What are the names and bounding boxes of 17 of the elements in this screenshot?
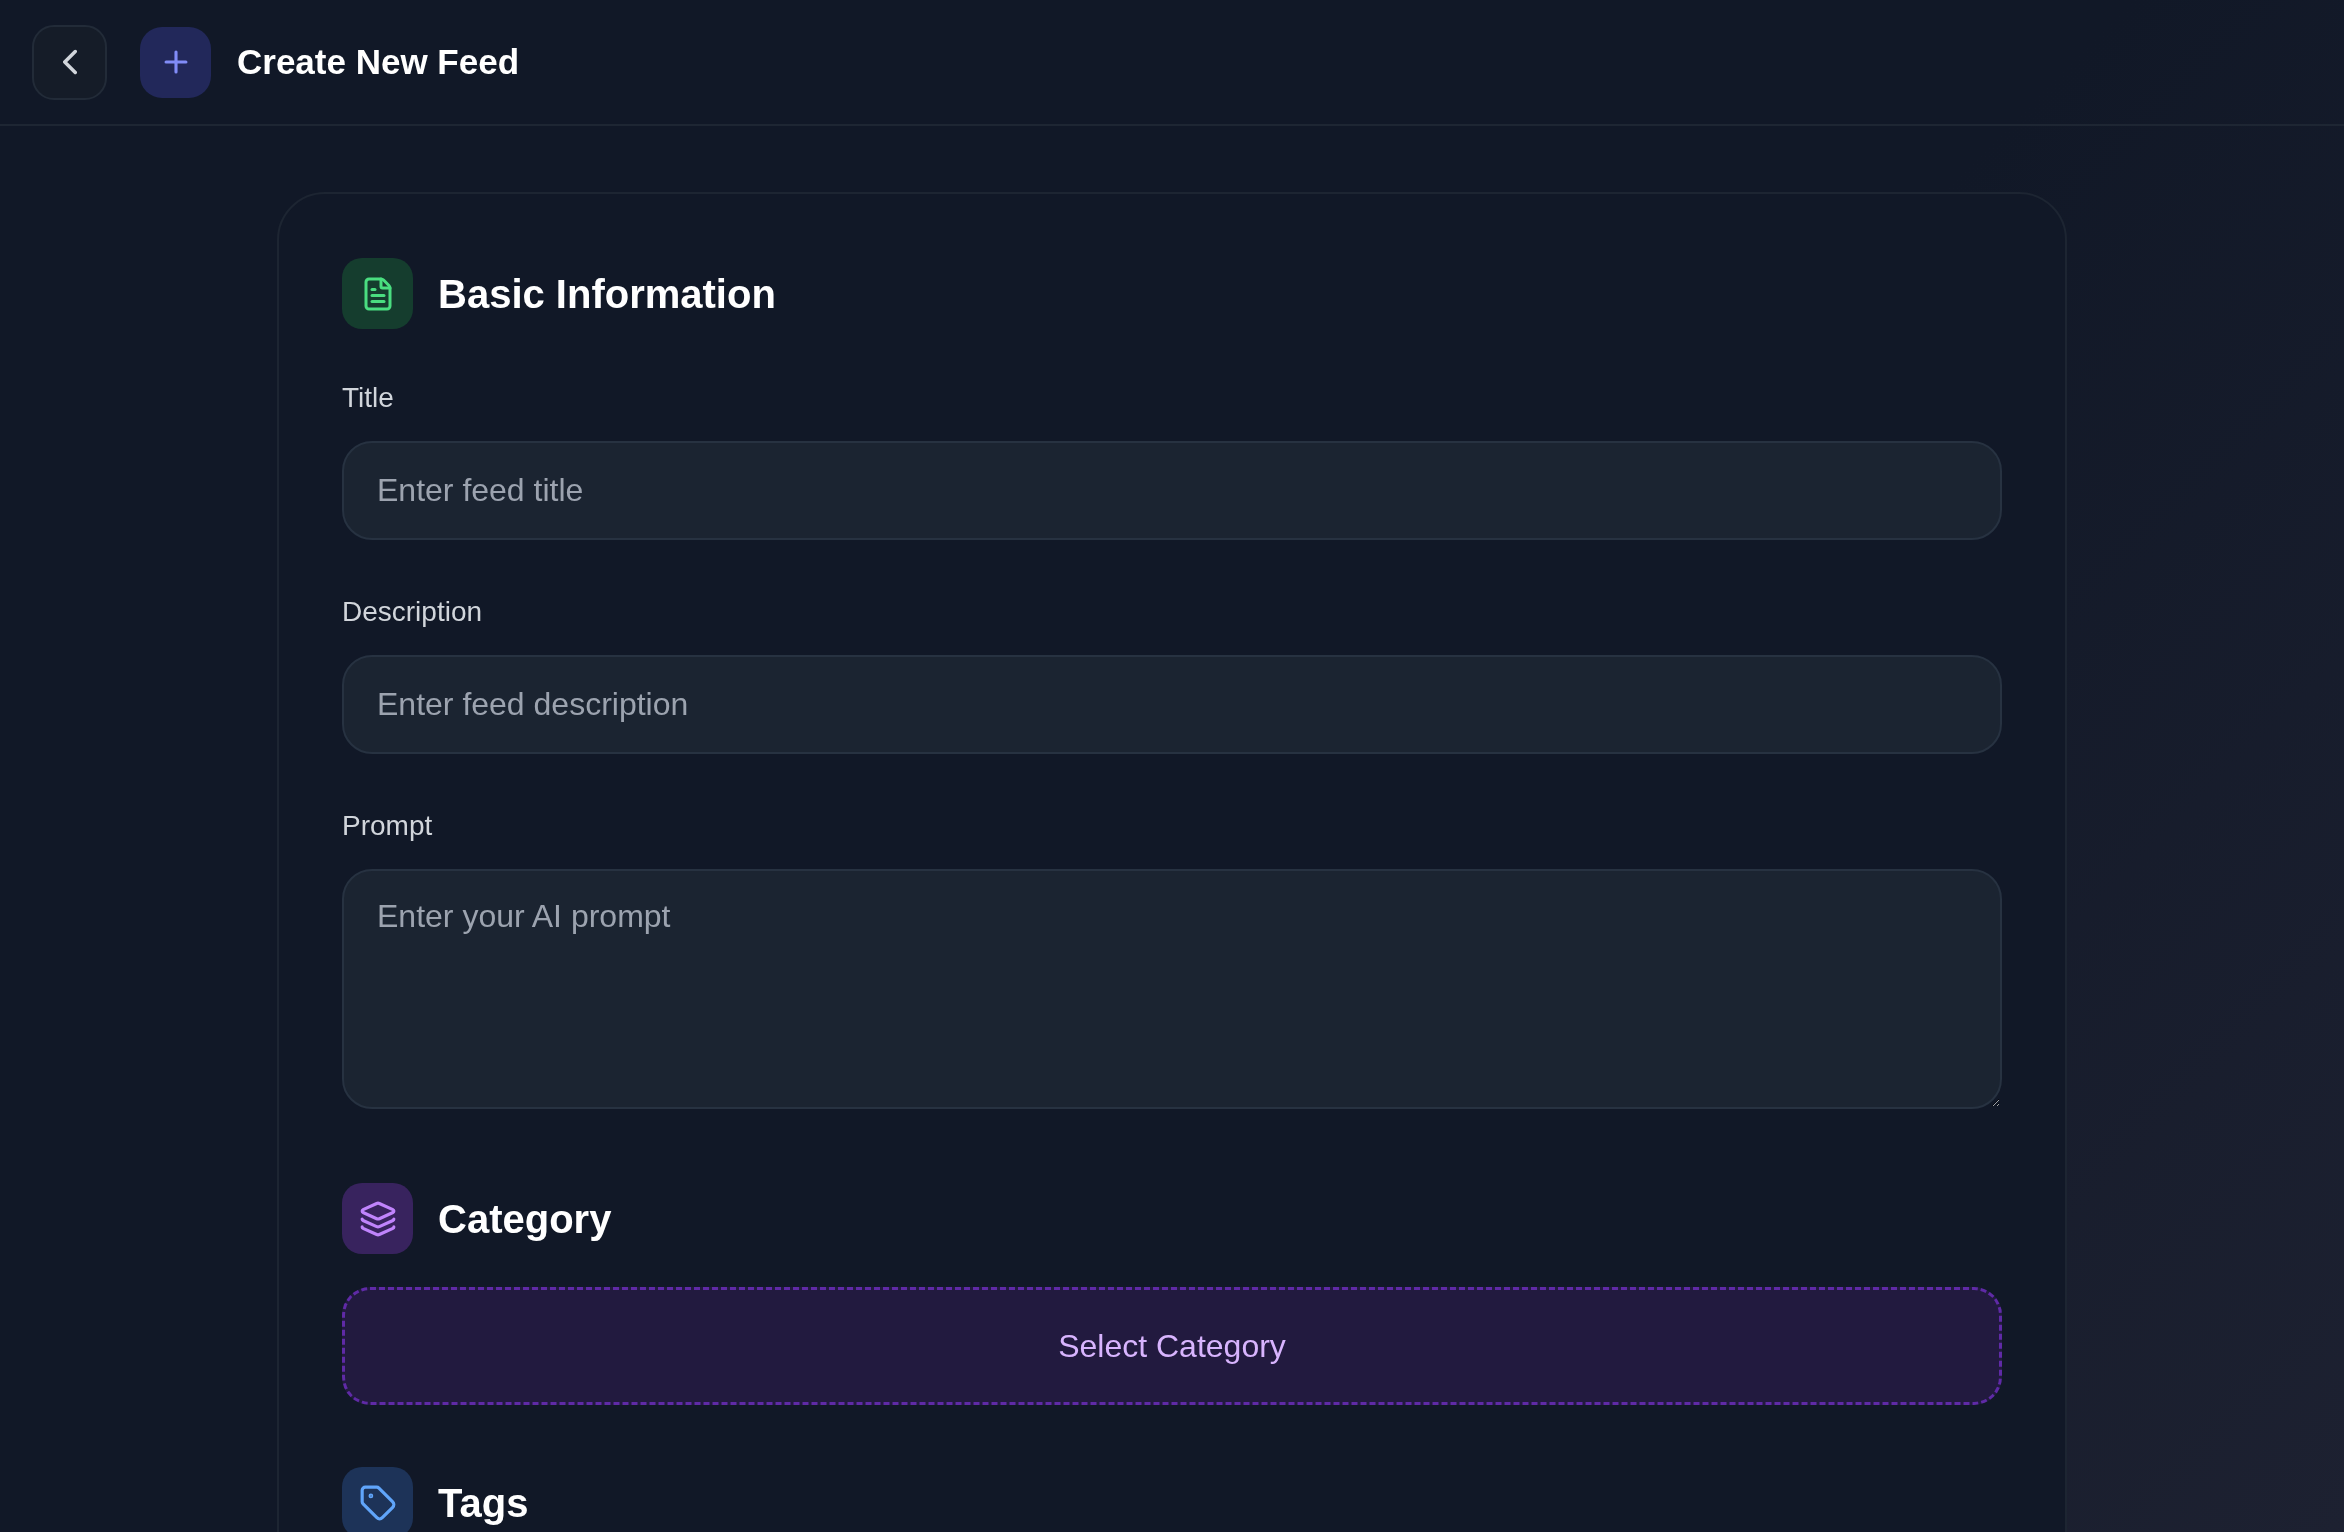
text-input-field[interactable]: Enter feed description	[342, 655, 2002, 754]
text-input-field[interactable]: Enter feed title	[342, 441, 2002, 540]
field-label: Description	[342, 595, 483, 629]
chevron-left-icon	[62, 49, 77, 75]
select-category-button[interactable]: Select Category	[342, 1287, 2002, 1405]
field-label: Prompt	[342, 809, 433, 843]
back-button[interactable]	[32, 24, 107, 100]
document-icon	[342, 258, 413, 329]
tag-icon	[342, 1467, 413, 1532]
page-title: Create New Feed	[237, 40, 520, 83]
prompt-textarea-field[interactable]: Enter your AI prompt	[342, 869, 2002, 1109]
section-heading: Tags	[438, 1482, 529, 1523]
layers-icon	[342, 1183, 413, 1254]
section-heading: Category	[438, 1198, 612, 1239]
section-heading: Basic Information	[438, 273, 776, 314]
plus-icon	[140, 26, 211, 98]
field-label: Title	[342, 381, 394, 415]
